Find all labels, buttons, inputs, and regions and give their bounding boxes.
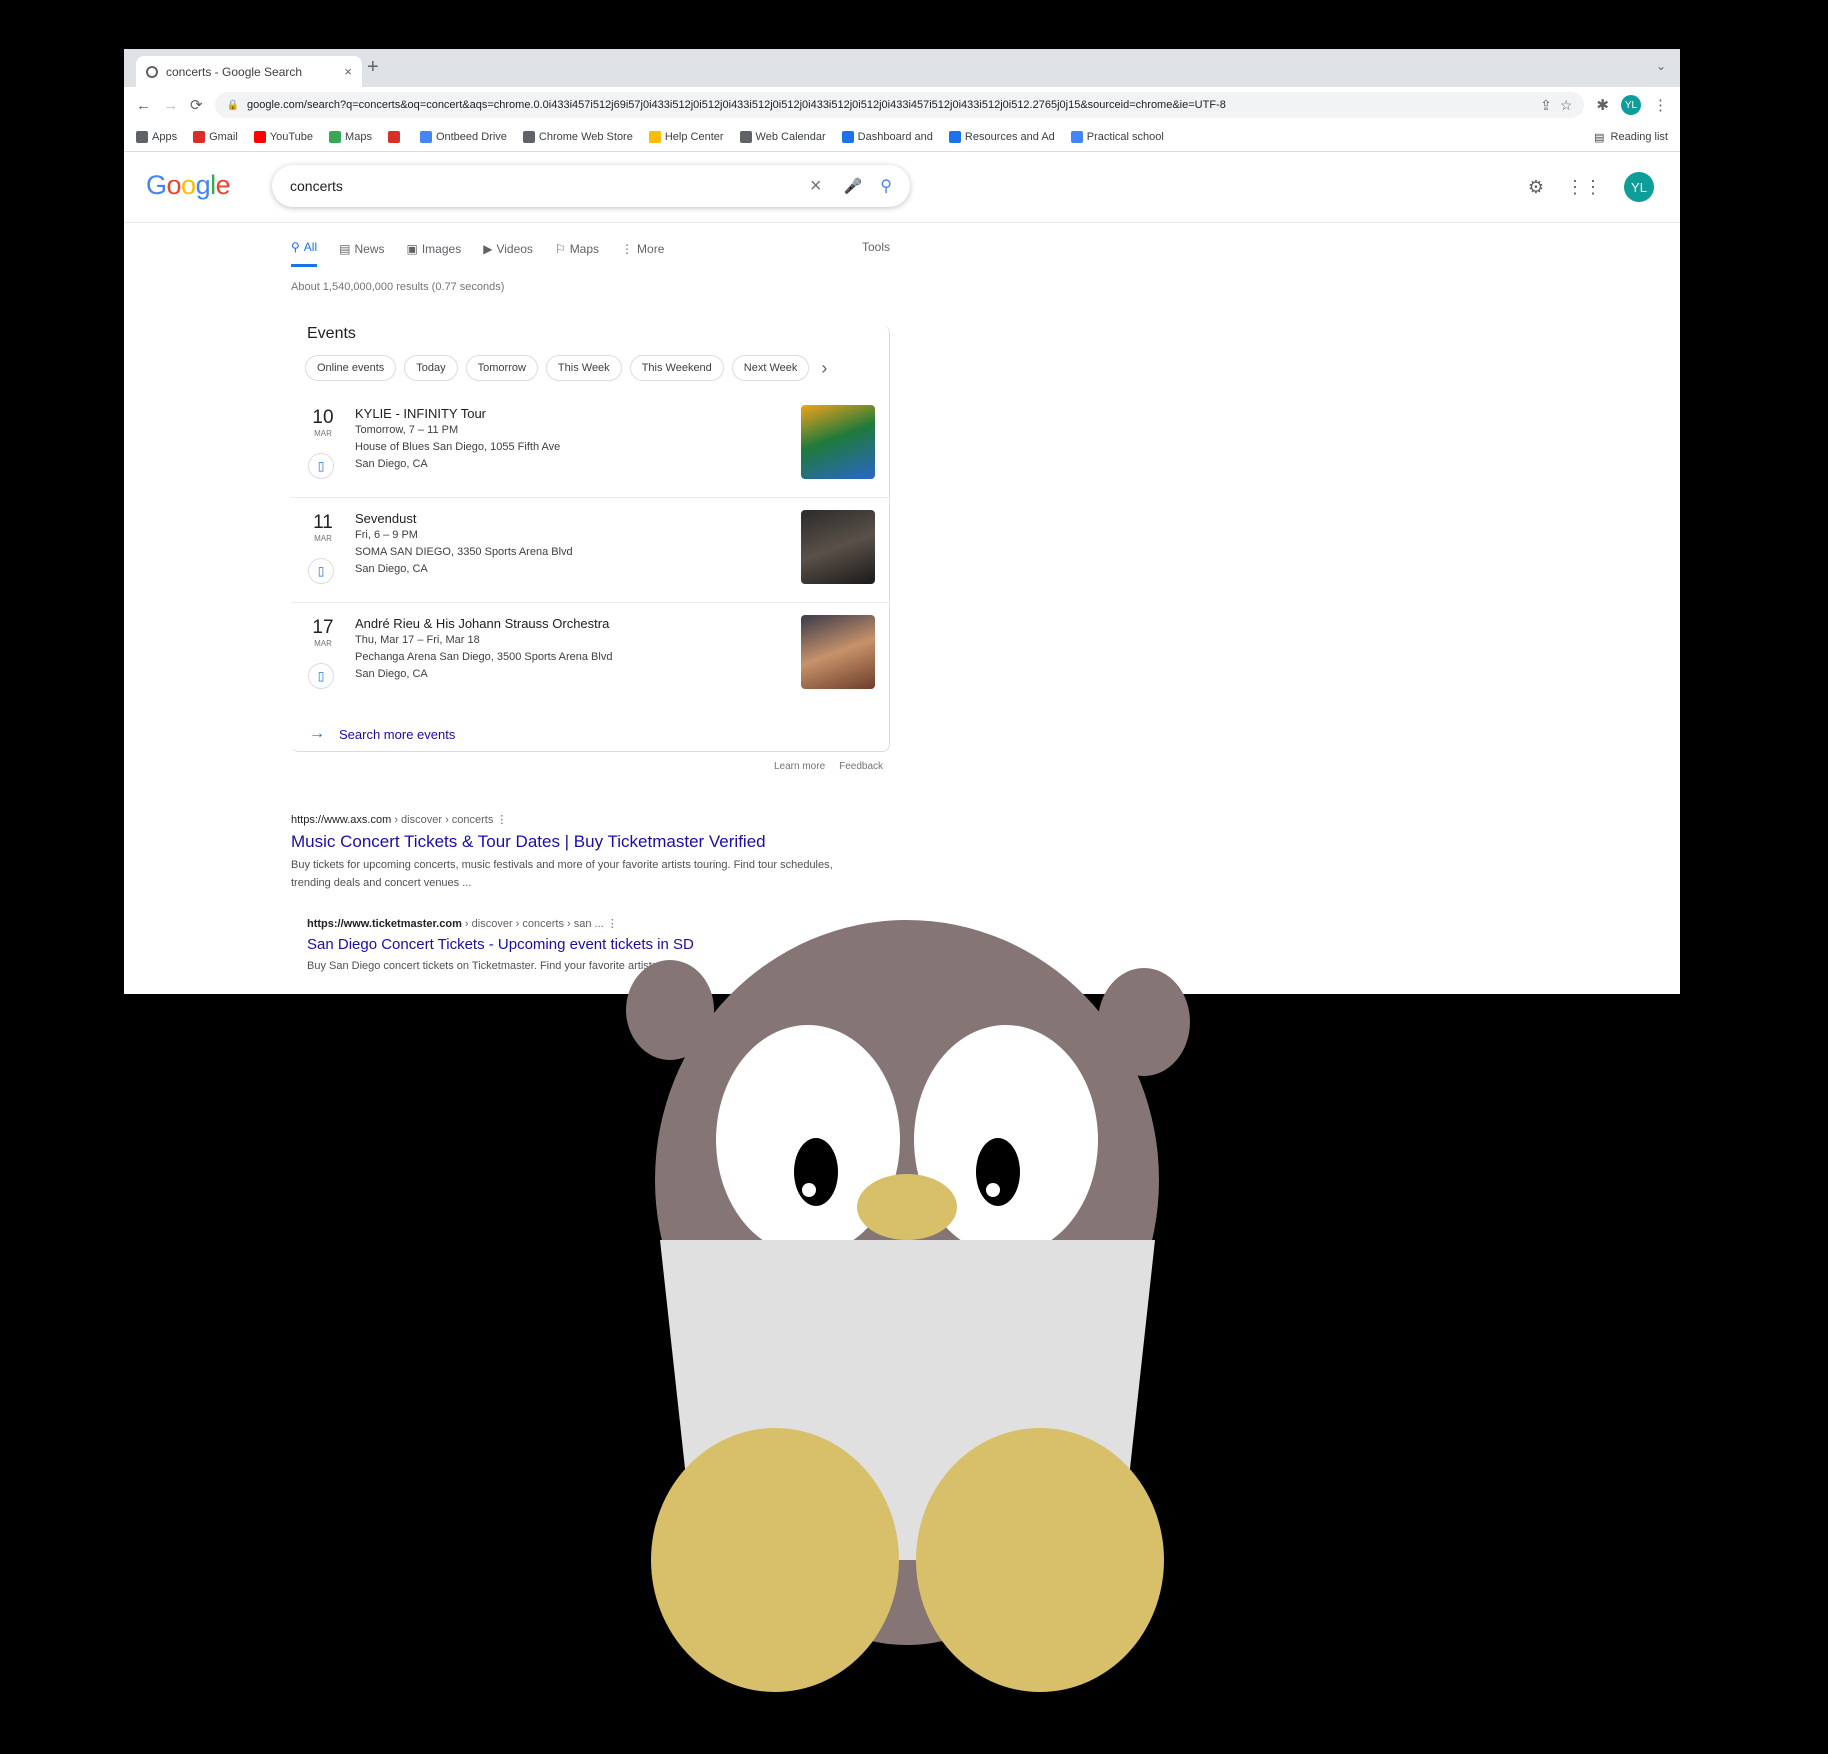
mascot-pupil-right [976,1138,1020,1206]
learn-more-link[interactable]: Learn more [774,761,825,772]
event-item[interactable]: 11 Mar ▯ Sevendust Fri, 6 – 9 PM SOMA SAN DIE… [291,498,889,603]
maps-icon: ⚐ [554,241,566,256]
event-day: 17 [312,617,334,638]
events-panel: Events Online events Today Tomorrow This We… [291,311,890,752]
tab-more[interactable]: ⋮ More [621,240,664,267]
event-venue: House of Blues San Diego, 1055 Fifth Ave [355,441,561,453]
event-filter-chip[interactable]: Tomorrow [465,355,538,381]
event-month: Mar [314,534,332,543]
tab-label: More [637,241,665,256]
event-time: Thu, Mar 17 – Fri, Mar 18 [355,634,480,646]
arrow-right-icon: → [309,725,325,742]
mascot-sign [660,1240,1155,1560]
search-more-events-link[interactable]: → Search more events [309,725,889,743]
tab-images[interactable]: ▣ Images [407,240,462,267]
event-date: 17 Mar [311,617,335,648]
event-date: 11 Mar [311,512,335,543]
event-name[interactable]: KYLIE - INFINITY Tour [355,405,560,422]
event-city: San Diego, CA [355,458,428,470]
event-city: San Diego, CA [355,668,428,680]
event-details: André Rieu & His Johann Strauss Orchestr… [355,615,612,683]
event-filter-chip[interactable]: This Week [545,355,622,381]
search-result: https://www.axs.com › discover › concert… [291,813,851,892]
news-icon: ▤ [339,241,351,256]
videos-icon: ▶ [483,241,493,256]
result-stats: About 1,540,000,000 results (0.77 second… [291,281,505,293]
tab-label: Videos [496,241,533,256]
event-filter-chips: Online events Today Tomorrow This Week This … [305,355,889,381]
event-name[interactable]: Sevendust [355,510,573,527]
event-day: 10 [312,407,334,428]
bookmark-save-icon[interactable]: ▯ [308,558,334,584]
search-more-events-label: Search more events [339,726,456,742]
event-item[interactable]: 10 Mar ▯ KYLIE - INFINITY Tour Tomorrow, 7 –… [291,393,889,498]
mascot-body [777,1435,1037,1645]
event-city: San Diego, CA [355,563,428,575]
mascot-head [655,920,1159,1440]
tab-all[interactable]: ⚲ All [291,240,318,267]
event-details: Sevendust Fri, 6 – 9 PM SOMA SAN DIEGO, 33… [355,510,573,578]
event-filter-chip[interactable]: This Weekend [629,355,724,381]
event-thumbnail[interactable] [801,510,875,584]
result-url[interactable]: https://www.ticketmaster.com › discover … [307,917,867,930]
mascot-eye-glint-left [802,1183,816,1197]
search-tabs: ⚲ All ▤ News ▣ Images ▶ Videos ⚐ Maps ⋮ More [291,240,664,267]
event-month: Mar [314,429,332,438]
event-filter-chip[interactable]: Next Week [731,355,810,381]
tools-button[interactable]: Tools [862,240,890,254]
mascot-foot-left [651,1428,899,1692]
event-time: Tomorrow, 7 – 11 PM [355,424,459,436]
tab-maps[interactable]: ⚐ Maps [555,240,599,267]
bookmark-save-icon[interactable]: ▯ [308,453,334,479]
event-thumbnail[interactable] [801,615,875,689]
images-icon: ▣ [406,241,418,256]
mascot-pupil-left [794,1138,838,1206]
tab-label: All [303,240,318,254]
event-filter-chip[interactable]: Online events [305,355,397,381]
mascot-eye-glint-right [986,1183,1000,1197]
event-item[interactable]: 17 Mar ▯ André Rieu & His Johann Strauss Or… [291,603,889,707]
tab-label: News [354,241,385,256]
event-details: KYLIE - INFINITY Tour Tomorrow, 7 – 11 PM… [355,405,560,473]
result-snippet: Buy tickets for upcoming concerts, music… [291,859,833,889]
chevron-right-icon[interactable]: › [821,358,827,379]
event-venue: Pechanga Arena San Diego, 3500 Sports Ar… [355,651,613,663]
search-result: https://www.ticketmaster.com › discover … [307,917,867,975]
event-month: Mar [314,639,332,648]
event-day: 11 [313,512,333,533]
event-venue: SOMA SAN DIEGO, 3350 Sports Arena Blvd [355,546,573,558]
bookmark-save-icon[interactable]: ▯ [308,663,334,689]
mascot-eye-white-right [914,1025,1098,1255]
tab-label: Images [421,241,462,256]
event-thumbnail[interactable] [801,405,875,479]
mascot-foot-right [916,1428,1164,1692]
mascot-beak [857,1174,957,1240]
search-icon: ⚲ [291,240,300,254]
event-name[interactable]: André Rieu & His Johann Strauss Orchestr… [355,615,612,632]
events-title: Events [307,325,356,342]
feedback-link[interactable]: Feedback [839,761,883,772]
event-filter-chip[interactable]: Today [404,355,458,381]
result-snippet: Buy San Diego concert tickets on Ticketm… [307,960,670,972]
result-title-link[interactable]: San Diego Concert Tickets - Upcoming eve… [307,936,867,953]
result-title-link[interactable]: Music Concert Tickets & Tour Dates | Buy… [291,832,851,852]
tab-label: Maps [569,241,600,256]
tab-news[interactable]: ▤ News [339,240,384,267]
result-url[interactable]: https://www.axs.com › discover › concert… [291,813,851,826]
mascot-eye-white-left [716,1025,900,1255]
events-footer: Learn more Feedback [774,761,883,772]
more-icon: ⋮ [621,241,634,256]
results-area: ⚲ All ▤ News ▣ Images ▶ Videos ⚐ Maps ⋮ More Tools … [124,49,1680,994]
events-list: 10 Mar ▯ KYLIE - INFINITY Tour Tomorrow, 7 –… [291,393,889,707]
tab-videos[interactable]: ▶ Videos [483,240,533,267]
event-time: Fri, 6 – 9 PM [355,529,418,541]
event-date: 10 Mar [311,407,335,438]
